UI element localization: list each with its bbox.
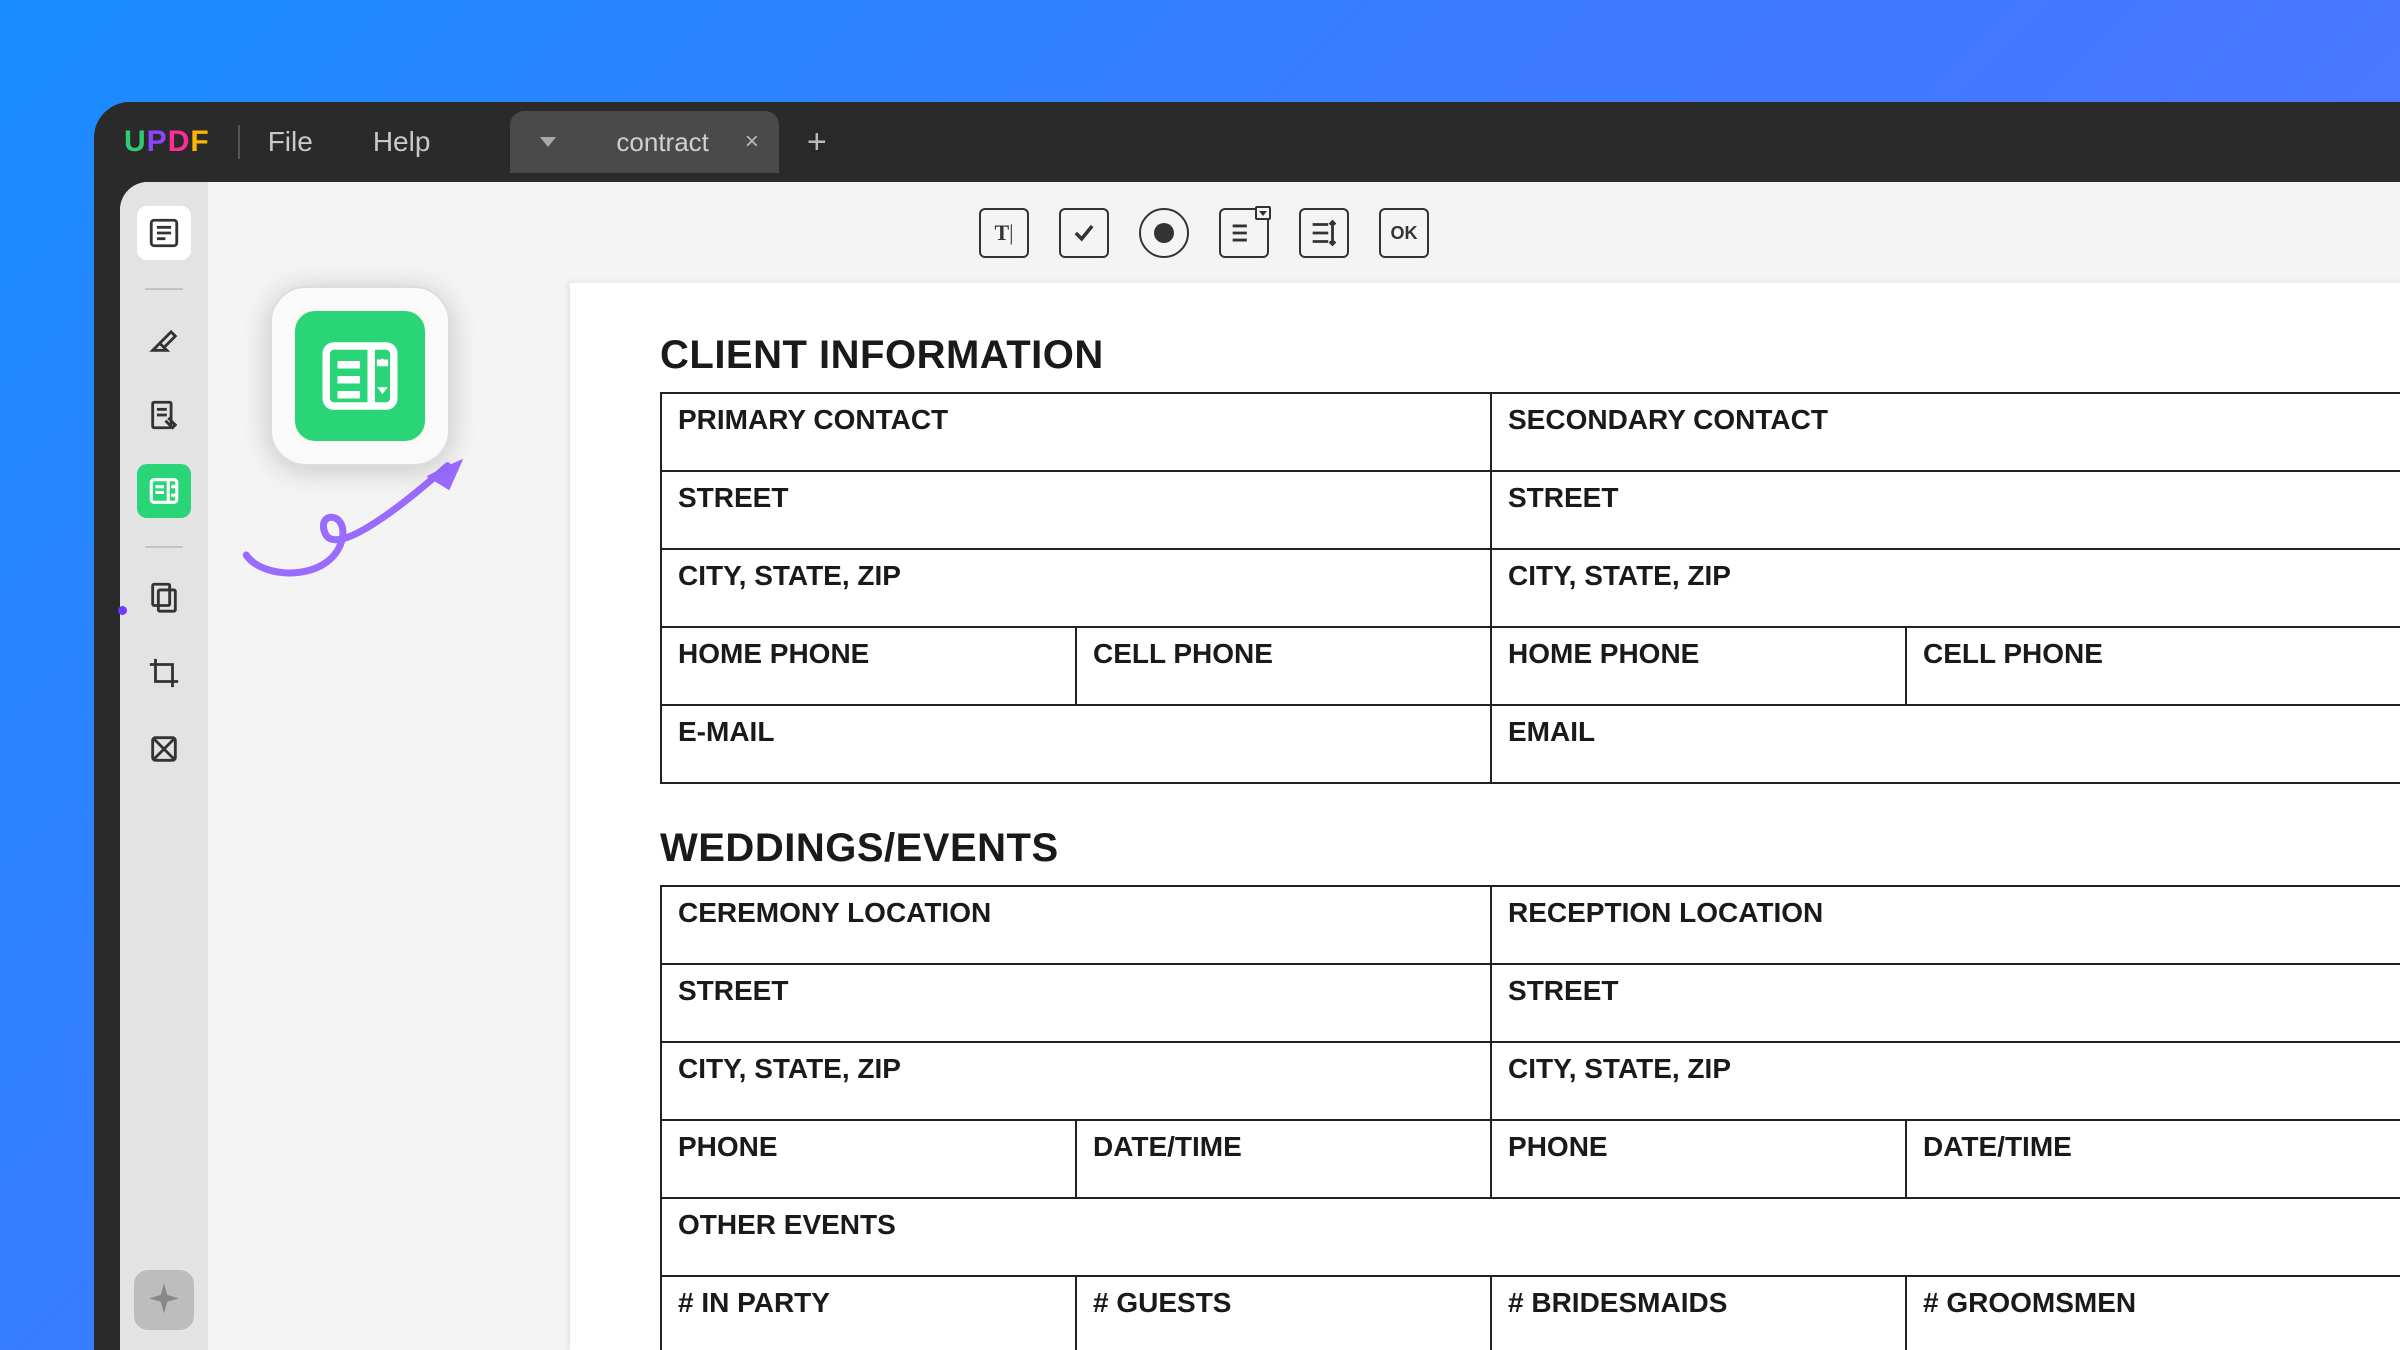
form-tool-callout <box>270 286 450 466</box>
weddings-events-table: CEREMONY LOCATION RECEPTION LOCATION STR… <box>660 885 2400 1350</box>
button-tool[interactable]: OK <box>1379 208 1429 258</box>
field-groomsmen[interactable]: # GROOMSMEN <box>1906 1276 2400 1350</box>
tab-dropdown-icon[interactable] <box>540 137 556 147</box>
field-primary-contact[interactable]: PRIMARY CONTACT <box>661 393 1491 471</box>
field-datetime-ceremony[interactable]: DATE/TIME <box>1076 1120 1491 1198</box>
field-cell-phone-secondary[interactable]: CELL PHONE <box>1906 627 2400 705</box>
field-secondary-contact[interactable]: SECONDARY CONTACT <box>1491 393 2400 471</box>
field-reception-location[interactable]: RECEPTION LOCATION <box>1491 886 2400 964</box>
field-datetime-reception[interactable]: DATE/TIME <box>1906 1120 2400 1198</box>
pages-icon <box>147 580 181 614</box>
menu-help[interactable]: Help <box>373 126 431 158</box>
section-heading-weddings: WEDDINGS/EVENTS <box>660 826 2400 871</box>
radio-dot-icon <box>1154 223 1174 243</box>
field-phone-reception[interactable]: PHONE <box>1491 1120 1906 1198</box>
reader-icon <box>147 216 181 250</box>
field-street-reception[interactable]: STREET <box>1491 964 2400 1042</box>
dropdown-icon <box>1227 216 1261 250</box>
field-email-primary[interactable]: E-MAIL <box>661 705 1491 783</box>
edit-tool-button[interactable] <box>137 388 191 442</box>
field-in-party[interactable]: # IN PARTY <box>661 1276 1076 1350</box>
organize-tool-button[interactable] <box>137 570 191 624</box>
highlighter-icon <box>147 322 181 356</box>
titlebar-separator <box>238 125 240 159</box>
document-page: CLIENT INFORMATION PRIMARY CONTACT SECON… <box>570 283 2400 1350</box>
form-tool-button[interactable] <box>137 464 191 518</box>
callout-arrow-icon <box>210 450 510 590</box>
rail-divider <box>145 288 183 290</box>
content-area: T| OK <box>120 182 2400 1350</box>
ai-tool-button[interactable] <box>134 1270 194 1330</box>
field-citystatezip-primary[interactable]: CITY, STATE, ZIP <box>661 549 1491 627</box>
field-guests[interactable]: # GUESTS <box>1076 1276 1491 1350</box>
listbox-icon <box>1307 216 1341 250</box>
field-citystatezip-reception[interactable]: CITY, STATE, ZIP <box>1491 1042 2400 1120</box>
crop-tool-button[interactable] <box>137 646 191 700</box>
field-street-secondary[interactable]: STREET <box>1491 471 2400 549</box>
dropdown-tool[interactable] <box>1219 208 1269 258</box>
document-viewport[interactable]: CLIENT INFORMATION PRIMARY CONTACT SECON… <box>570 282 2400 1350</box>
annotate-tool-button[interactable] <box>137 312 191 366</box>
reader-tool-button[interactable] <box>137 206 191 260</box>
field-street-ceremony[interactable]: STREET <box>661 964 1491 1042</box>
field-home-phone-primary[interactable]: HOME PHONE <box>661 627 1076 705</box>
text-field-tool[interactable]: T| <box>979 208 1029 258</box>
crop-icon <box>147 656 181 690</box>
redact-icon <box>147 732 181 766</box>
form-tool-callout-inner <box>295 311 425 441</box>
ok-label: OK <box>1391 223 1418 244</box>
active-tool-indicator <box>118 606 127 615</box>
field-ceremony-location[interactable]: CEREMONY LOCATION <box>661 886 1491 964</box>
text-field-icon: T| <box>994 220 1013 246</box>
field-citystatezip-secondary[interactable]: CITY, STATE, ZIP <box>1491 549 2400 627</box>
redact-tool-button[interactable] <box>137 722 191 776</box>
field-home-phone-secondary[interactable]: HOME PHONE <box>1491 627 1906 705</box>
titlebar: UPDF File Help contract × + <box>94 102 2400 182</box>
check-icon <box>1070 219 1098 247</box>
field-other-events[interactable]: OTHER EVENTS <box>661 1198 2400 1276</box>
field-email-secondary[interactable]: EMAIL <box>1491 705 2400 783</box>
new-tab-button[interactable]: + <box>807 123 827 162</box>
menu-file[interactable]: File <box>268 126 313 158</box>
tab-close-button[interactable]: × <box>745 128 759 156</box>
left-rail <box>120 182 208 1350</box>
document-tab[interactable]: contract × <box>510 111 779 173</box>
form-icon <box>147 474 181 508</box>
field-citystatezip-ceremony[interactable]: CITY, STATE, ZIP <box>661 1042 1491 1120</box>
rail-divider <box>145 546 183 548</box>
sparkle-icon <box>144 1280 184 1320</box>
field-cell-phone-primary[interactable]: CELL PHONE <box>1076 627 1491 705</box>
tab-label: contract <box>616 127 709 158</box>
client-info-table: PRIMARY CONTACT SECONDARY CONTACT STREET… <box>660 392 2400 784</box>
app-logo: UPDF <box>124 125 210 159</box>
form-icon <box>315 331 405 421</box>
field-bridesmaids[interactable]: # BRIDESMAIDS <box>1491 1276 1906 1350</box>
form-field-toolbar: T| OK <box>208 194 2400 272</box>
field-street-primary[interactable]: STREET <box>661 471 1491 549</box>
section-heading-client: CLIENT INFORMATION <box>660 333 2400 378</box>
field-phone-ceremony[interactable]: PHONE <box>661 1120 1076 1198</box>
app-window: UPDF File Help contract × + <box>94 102 2400 1350</box>
listbox-tool[interactable] <box>1299 208 1349 258</box>
edit-page-icon <box>147 398 181 432</box>
radio-tool[interactable] <box>1139 208 1189 258</box>
checkbox-tool[interactable] <box>1059 208 1109 258</box>
